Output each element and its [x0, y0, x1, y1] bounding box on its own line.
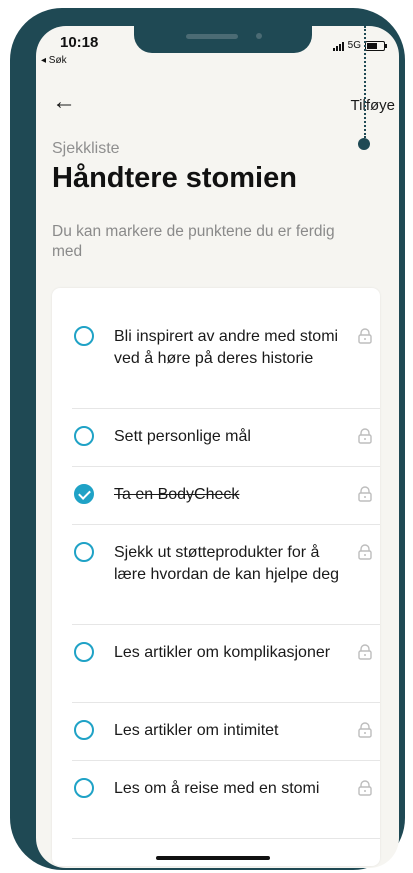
checklist-item[interactable]: Sjekk ut støtteprodukter for å lære hvor… — [72, 524, 380, 625]
checklist-item[interactable]: Bli inspirert av andre med stomi ved å h… — [72, 308, 380, 409]
notch — [134, 26, 312, 53]
lock-icon — [358, 722, 372, 738]
checklist-item[interactable]: Les om å reise med en stomi — [72, 760, 380, 839]
checklist-item-text: Sjekk ut støtteprodukter for å lære hvor… — [114, 544, 340, 583]
check-circle-icon[interactable] — [74, 326, 94, 346]
home-indicator[interactable] — [156, 856, 270, 860]
check-circle-icon[interactable] — [74, 426, 94, 446]
check-circle-icon[interactable] — [74, 720, 94, 740]
app-screen: 10:18 ◂ Søk 5G ← Tilføye Sjekkliste Hånd… — [36, 26, 399, 868]
check-circle-icon[interactable] — [74, 542, 94, 562]
battery-icon — [365, 40, 387, 51]
lock-icon — [358, 780, 372, 796]
add-button[interactable]: Tilføye — [351, 97, 395, 114]
page-title: Håndtere stomien — [52, 162, 297, 194]
checklist-item-text: Bli inspirert av andre med stomi ved å h… — [114, 328, 339, 367]
annotation-line — [364, 26, 366, 138]
annotation-dot — [358, 138, 370, 150]
lock-icon — [358, 644, 372, 660]
checklist-card: Bli inspirert av andre med stomi ved å h… — [52, 288, 380, 866]
lock-icon — [358, 544, 372, 560]
arrow-left-icon[interactable]: ← — [52, 90, 76, 114]
checklist-item-text: Les artikler om komplikasjoner — [114, 644, 331, 661]
status-time: 10:18 — [60, 34, 99, 51]
checklist-item[interactable]: Ta en BodyCheck — [72, 466, 380, 525]
checklist-item-text: Les om å reise med en stomi — [114, 780, 320, 797]
checklist-item[interactable]: Sett personlige mål — [72, 408, 380, 467]
checklist-item-text: Sett personlige mål — [114, 428, 251, 445]
page-subtitle: Du kan markere de punktene du er ferdig … — [52, 223, 335, 260]
lock-icon — [358, 428, 372, 444]
check-circle-icon[interactable] — [74, 778, 94, 798]
check-circle-icon[interactable] — [74, 642, 94, 662]
lock-icon — [358, 328, 372, 344]
checklist-item-text: Ta en BodyCheck — [114, 486, 240, 503]
checklist-item-text: Les artikler om intimitet — [114, 722, 279, 739]
status-icons: 5G — [332, 40, 387, 51]
lock-icon — [358, 486, 372, 502]
phone-frame: 10:18 ◂ Søk 5G ← Tilføye Sjekkliste Hånd… — [10, 8, 405, 870]
checklist-item[interactable]: Les artikler om intimitet — [72, 702, 380, 761]
speaker — [186, 34, 238, 39]
check-circle-checked-icon[interactable] — [74, 484, 94, 504]
network-label: 5G — [347, 40, 361, 51]
page-kicker: Sjekkliste — [52, 140, 120, 157]
back-to-app-link[interactable]: ◂ Søk — [41, 55, 67, 66]
signal-icon — [332, 41, 344, 51]
checklist-item[interactable]: Les artikler om komplikasjoner — [72, 624, 380, 703]
camera — [256, 33, 262, 39]
